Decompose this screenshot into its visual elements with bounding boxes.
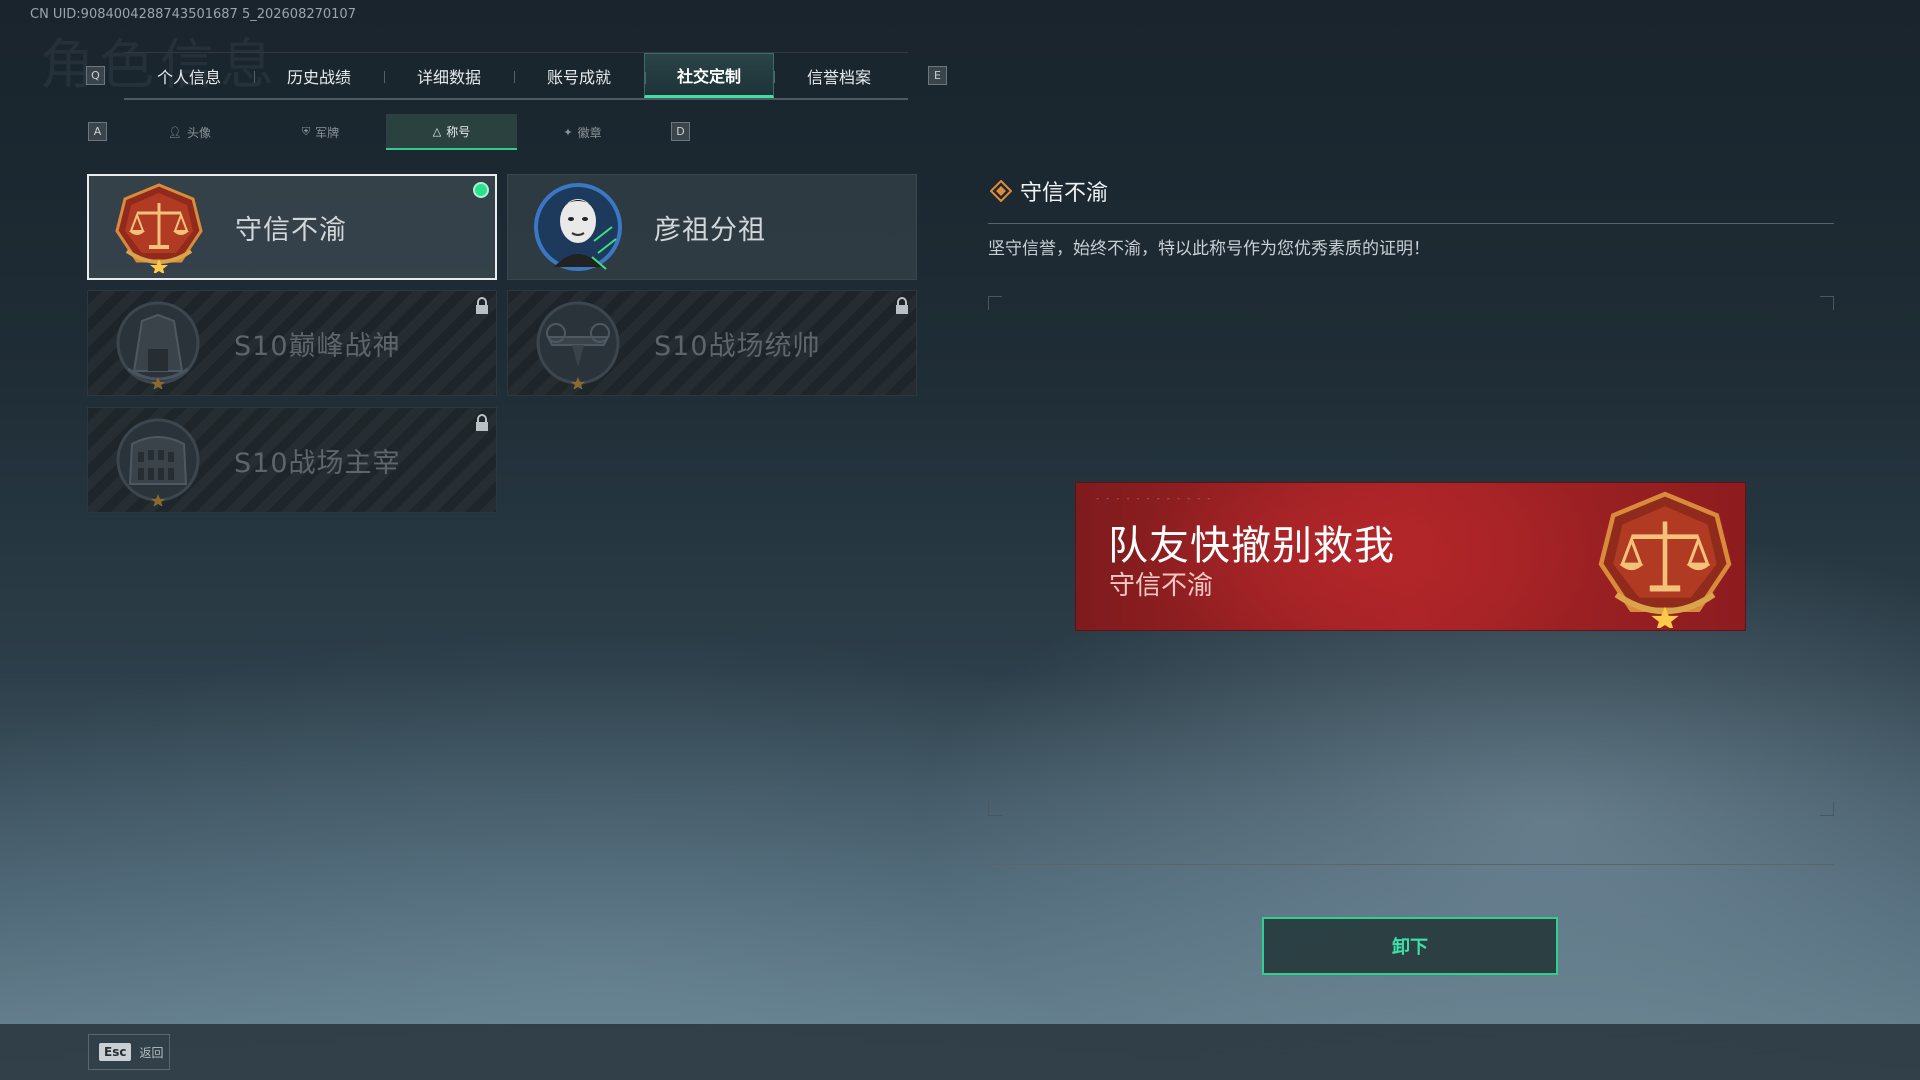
arch-emblem-icon	[112, 297, 204, 389]
divider	[988, 864, 1834, 865]
esc-key: Esc	[99, 1043, 132, 1061]
scales-emblem-icon	[113, 181, 205, 273]
tab-label: 详细数据	[416, 67, 481, 87]
title-card-shouxinbuyu[interactable]: 守信不渝	[87, 174, 497, 280]
divider	[988, 223, 1834, 224]
detail-title-text: 守信不渝	[1020, 181, 1109, 206]
triangle-icon: △	[432, 124, 442, 138]
tab-label: 历史战绩	[286, 67, 351, 87]
title-card-yanzufenzu[interactable]: 彦祖分祖	[507, 174, 917, 280]
diamond-icon	[990, 180, 1012, 202]
title-card-s10-commander[interactable]: S10战场统帅	[507, 290, 917, 396]
banner-nickname: 队友快撤别救我	[1108, 523, 1395, 569]
uid-label: CN UID:9084004288743501687 5_20260827010…	[30, 7, 356, 22]
tab-detailed-data[interactable]: 详细数据	[384, 53, 514, 98]
title-card-label: S10战场统帅	[654, 330, 821, 362]
tab-label: 账号成就	[546, 67, 611, 87]
aircraft-emblem-icon	[532, 297, 624, 389]
title-card-s10-dominator[interactable]: S10战场主宰	[87, 407, 497, 513]
tab-label: 个人信息	[156, 67, 221, 87]
tab-achievements[interactable]: 账号成就	[514, 53, 644, 98]
unequip-button[interactable]: 卸下	[1262, 917, 1558, 975]
footer-bar	[0, 1024, 1920, 1080]
lock-icon	[896, 297, 908, 314]
banner-title: 守信不渝	[1109, 571, 1214, 601]
title-card-label: 彦祖分祖	[654, 214, 766, 246]
tab-social-custom[interactable]: 社交定制	[644, 53, 774, 98]
lock-icon	[476, 414, 488, 431]
sub-tab-bar: 👤︎ 头像 ⛨ 军牌 △ 称号 ✦ 徽章	[124, 114, 648, 150]
subtab-label: 徽章	[577, 125, 602, 140]
lock-icon	[476, 297, 488, 314]
shield-icon: ⛨	[301, 125, 311, 138]
next-subtab-key[interactable]: D	[671, 122, 690, 141]
prev-subtab-key[interactable]: A	[88, 122, 107, 141]
tab-label: 信誉档案	[806, 67, 871, 87]
back-button[interactable]: Esc 返回	[88, 1034, 170, 1070]
tab-history[interactable]: 历史战绩	[254, 53, 384, 98]
tab-label: 社交定制	[676, 66, 741, 86]
tab-credit-record[interactable]: 信誉档案	[774, 53, 904, 98]
subtab-title[interactable]: △ 称号	[386, 114, 517, 150]
scales-emblem-icon	[1598, 491, 1732, 628]
subtab-avatar[interactable]: 👤︎ 头像	[124, 114, 255, 150]
banner-decoration: - - - - - - - - - - - -	[1096, 494, 1213, 504]
detail-description: 坚守信誉，始终不渝，特以此称号作为您优秀素质的证明！	[988, 239, 1430, 259]
title-card-label: S10巅峰战神	[234, 330, 401, 362]
back-label: 返回	[139, 1045, 164, 1060]
subtab-label: 头像	[186, 125, 211, 140]
title-card-label: S10战场主宰	[234, 447, 401, 479]
prev-tab-key[interactable]: Q	[86, 66, 105, 85]
portrait-emblem-icon	[532, 181, 624, 273]
wings-icon: ✦	[563, 125, 573, 139]
subtab-label: 军牌	[315, 125, 340, 140]
next-tab-key[interactable]: E	[928, 66, 947, 85]
colosseum-emblem-icon	[112, 414, 204, 506]
subtab-dogtag[interactable]: ⛨ 军牌	[255, 114, 386, 150]
title-preview-banner: - - - - - - - - - - - - 队友快撤别救我 守信不渝	[1075, 482, 1746, 631]
title-card-s10-peak-god[interactable]: S10巅峰战神	[87, 290, 497, 396]
tab-personal-info[interactable]: 个人信息	[124, 53, 254, 98]
title-card-label: 守信不渝	[235, 214, 347, 246]
subtab-label: 称号	[446, 124, 471, 139]
equipped-indicator-icon	[473, 182, 489, 198]
subtab-badge[interactable]: ✦ 徽章	[517, 114, 648, 150]
main-tab-bar: 个人信息 历史战绩 详细数据 账号成就 社交定制 信誉档案	[124, 52, 908, 100]
detail-title: 守信不渝	[990, 175, 1108, 207]
person-icon: 👤︎	[168, 125, 182, 139]
